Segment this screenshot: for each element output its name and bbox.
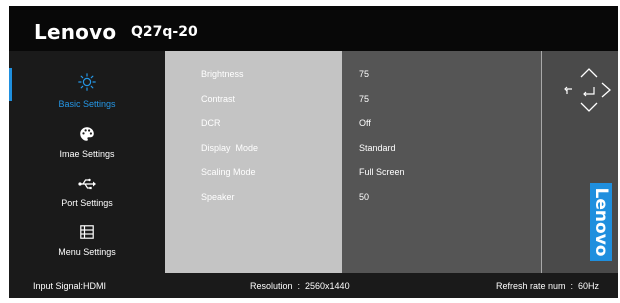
model-name: Q27q-20 [131,24,198,40]
sidebar-item-label: Port Settings [61,198,113,208]
setting-label: Contrast [201,94,236,104]
sidebar-item-menu-settings[interactable]: Menu Settings [9,221,165,273]
settings-value-panel [342,51,541,273]
vertical-brand-logo: Lenovo [590,183,612,261]
usb-icon [9,173,165,195]
brightness-icon [9,71,165,93]
enter-icon [583,87,595,97]
setting-value: 50 [359,192,370,202]
osd-header: Lenovo Q27q-20 [9,6,618,51]
setting-value: Off [359,118,371,128]
setting-label: Brightness [201,69,244,79]
vertical-logo-text: Lenovo [591,187,611,257]
right-arrow-icon [601,82,611,98]
sidebar-item-label: Menu Settings [58,247,116,257]
resolution-status: Resolution : 2560x1440 [250,281,350,291]
status-bar: Input Signal:HDMI Resolution : 2560x1440… [9,273,618,298]
setting-value: 75 [359,94,370,104]
sidebar-item-label: Basic Settings [58,99,116,109]
settings-label-panel [165,51,342,273]
setting-value: 75 [359,69,370,79]
back-icon [564,86,572,94]
setting-value: Full Screen [359,167,405,177]
sidebar-item-basic-settings[interactable]: Basic Settings [9,71,165,123]
setting-label: Display Mode [201,143,259,153]
setting-value: Standard [359,143,396,153]
sidebar-item-port-settings[interactable]: Port Settings [9,173,165,225]
sidebar: Basic Settings Imae Settings Port Settin… [9,51,165,273]
navigation-hint-icons [564,68,611,112]
input-signal-status: Input Signal:HDMI [33,281,107,291]
sidebar-item-image-settings[interactable]: Imae Settings [9,123,165,175]
up-arrow-icon [580,68,598,78]
brand-logo: Lenovo [34,20,117,44]
setting-label: Scaling Mode [201,167,256,177]
osd-menu: Lenovo Q27q-20 Basic Settings Imae Setti… [9,6,618,298]
sidebar-item-label: Imae Settings [59,149,115,159]
refresh-rate-status: Refresh rate num : 60Hz [496,281,600,291]
palette-icon [9,123,165,145]
setting-label: DCR [201,118,221,128]
menu-list-icon [9,221,165,243]
setting-label: Speaker [201,192,235,202]
down-arrow-icon [580,102,598,112]
